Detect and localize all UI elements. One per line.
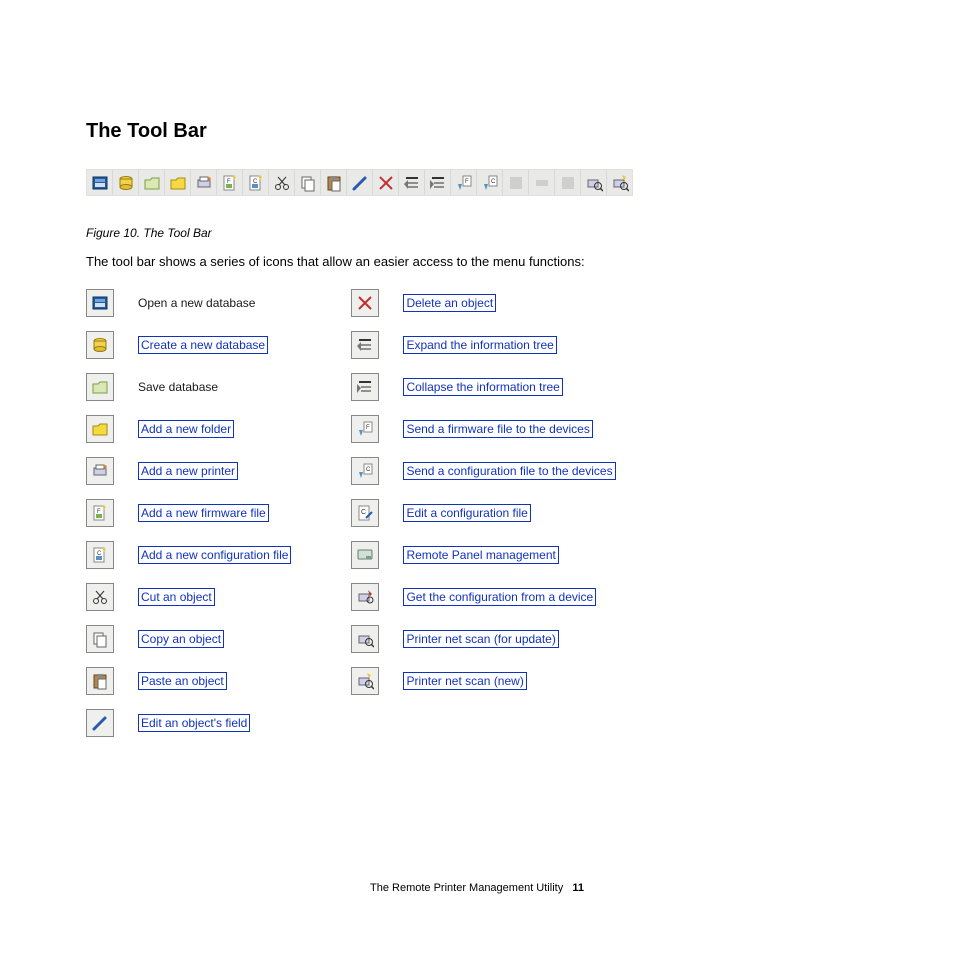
legend-label[interactable]: Add a new folder [138,420,234,438]
tb-add-folder[interactable] [165,170,191,195]
expand-icon [351,331,379,359]
tb-create-db[interactable] [113,170,139,195]
legend-row-left-9: Paste an object [86,667,291,695]
edit-config-icon [351,499,379,527]
section-heading: The Tool Bar [86,120,868,143]
legend-row-right-8: Printer net scan (for update) [351,625,615,653]
copy-icon [86,625,114,653]
legend-row-left-8: Copy an object [86,625,291,653]
legend-row-right-1: Expand the information tree [351,331,615,359]
send-config-icon [351,457,379,485]
tb-paste[interactable] [321,170,347,195]
tb-save-db[interactable] [139,170,165,195]
tb-cut[interactable] [269,170,295,195]
legend-label[interactable]: Send a firmware file to the devices [403,420,592,438]
legend-label[interactable]: Add a new printer [138,462,238,480]
collapse-icon [351,373,379,401]
legend-label[interactable]: Paste an object [138,672,227,690]
legend-row-right-6: Remote Panel management [351,541,615,569]
legend-row-right-7: Get the configuration from a device [351,583,615,611]
cut-icon [86,583,114,611]
legend-label[interactable]: Get the configuration from a device [403,588,596,606]
page-footer: The Remote Printer Management Utility 11 [0,882,954,894]
tb-disabled-b [529,170,555,195]
create-db-icon [86,331,114,359]
legend-label: Open a new database [138,296,255,310]
legend-row-right-0: Delete an object [351,289,615,317]
add-printer-icon [86,457,114,485]
tb-scan-new[interactable] [607,170,632,195]
legend-label[interactable]: Add a new configuration file [138,546,291,564]
paste-icon [86,667,114,695]
legend-row-left-0: Open a new database [86,289,291,317]
edit-field-icon [86,709,114,737]
tb-add-printer[interactable] [191,170,217,195]
add-firmware-icon [86,499,114,527]
legend-label[interactable]: Expand the information tree [403,336,556,354]
get-config-icon [351,583,379,611]
delete-icon [351,289,379,317]
legend-label[interactable]: Remote Panel management [403,546,558,564]
legend-row-right-2: Collapse the information tree [351,373,615,401]
figure-caption: Figure 10. The Tool Bar [86,226,868,240]
legend-label[interactable]: Copy an object [138,630,224,648]
legend-row-left-1: Create a new database [86,331,291,359]
tb-delete[interactable] [373,170,399,195]
legend-label[interactable]: Cut an object [138,588,215,606]
legend-row-right-4: Send a configuration file to the devices [351,457,615,485]
legend-label[interactable]: Printer net scan (new) [403,672,526,690]
legend-row-left-5: Add a new firmware file [86,499,291,527]
legend-label[interactable]: Edit an object's field [138,714,250,732]
tb-collapse[interactable] [425,170,451,195]
intro-text: The tool bar shows a series of icons tha… [86,254,868,269]
legend-row-right-9: Printer net scan (new) [351,667,615,695]
save-db-icon [86,373,114,401]
legend-row-left-2: Save database [86,373,291,401]
legend-row-left-3: Add a new folder [86,415,291,443]
net-scan-new-icon [351,667,379,695]
legend-label[interactable]: Add a new firmware file [138,504,269,522]
tb-send-config[interactable] [477,170,503,195]
tb-add-firmware[interactable] [217,170,243,195]
legend-label[interactable]: Printer net scan (for update) [403,630,558,648]
tb-expand[interactable] [399,170,425,195]
add-config-icon [86,541,114,569]
legend-row-left-10: Edit an object's field [86,709,291,737]
tb-disabled-a [503,170,529,195]
legend-label[interactable]: Edit a configuration file [403,504,530,522]
legend-label[interactable]: Send a configuration file to the devices [403,462,615,480]
legend-label[interactable]: Create a new database [138,336,268,354]
tb-open-db[interactable] [87,170,113,195]
tb-edit[interactable] [347,170,373,195]
tb-send-firmware[interactable] [451,170,477,195]
legend-row-left-4: Add a new printer [86,457,291,485]
add-folder-icon [86,415,114,443]
tb-disabled-c [555,170,581,195]
tb-add-config[interactable] [243,170,269,195]
legend-row-right-3: Send a firmware file to the devices [351,415,615,443]
legend-label[interactable]: Delete an object [403,294,496,312]
legend-label[interactable]: Collapse the information tree [403,378,562,396]
legend-row-right-5: Edit a configuration file [351,499,615,527]
tb-copy[interactable] [295,170,321,195]
send-firmware-icon [351,415,379,443]
legend-row-left-7: Cut an object [86,583,291,611]
remote-panel-icon [351,541,379,569]
tb-scan-update[interactable] [581,170,607,195]
net-scan-update-icon [351,625,379,653]
toolbar [86,169,633,196]
legend-row-left-6: Add a new configuration file [86,541,291,569]
open-db-icon [86,289,114,317]
legend-label: Save database [138,380,218,394]
